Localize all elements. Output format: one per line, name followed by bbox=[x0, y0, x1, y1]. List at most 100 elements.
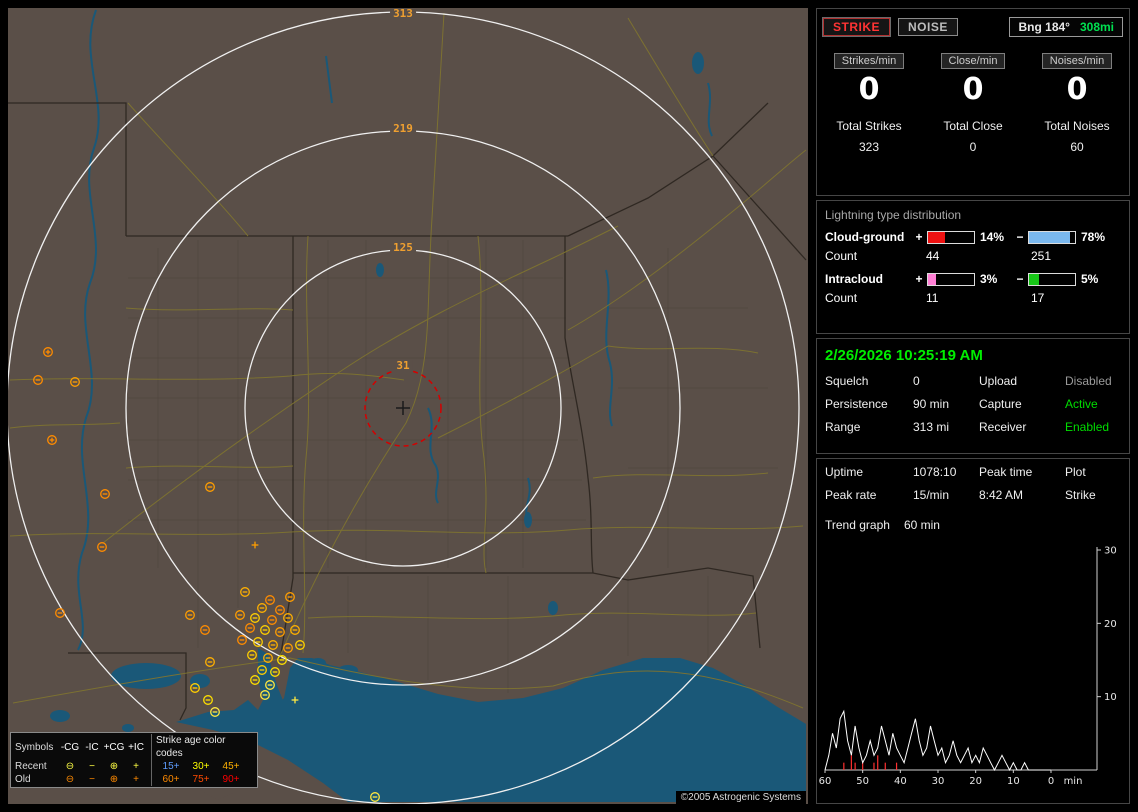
cloud-ground-row: Cloud-ground + 14% − 78% bbox=[817, 227, 1129, 246]
legend-col-neg-cg: -CG bbox=[60, 741, 80, 753]
cg-count-label: Count bbox=[825, 249, 858, 263]
peak-rate-value: 15/min bbox=[913, 488, 950, 502]
legend-col-pos-ic: +IC bbox=[128, 741, 144, 753]
squelch-value: 0 bbox=[913, 374, 920, 388]
svg-text:0: 0 bbox=[1048, 776, 1054, 787]
legend-col-pos-cg: +CG bbox=[103, 741, 125, 753]
plus-sign: + bbox=[915, 272, 923, 286]
svg-text:30: 30 bbox=[932, 776, 945, 787]
noises-per-min-value: 0 bbox=[1066, 72, 1088, 107]
old-pos-ic-icon: + bbox=[133, 774, 139, 785]
legend-header-row: Symbols -CG -IC +CG +IC Strike age color… bbox=[11, 734, 257, 760]
peak-time-value: 8:42 AM bbox=[979, 488, 1024, 502]
bearing-readout: Bng 184° 308mi bbox=[1009, 17, 1123, 37]
cg-negative-count: 251 bbox=[1031, 249, 1052, 263]
persistence-value: 90 min bbox=[913, 397, 950, 411]
ic-positive-pct: 3% bbox=[980, 272, 998, 286]
strike-legend: Symbols -CG -IC +CG +IC Strike age color… bbox=[10, 732, 258, 788]
age-30: 30+ bbox=[192, 761, 210, 772]
legend-symbols-label: Symbols bbox=[15, 741, 54, 753]
legend-recent-row: Recent ⊖ − ⊕ + 15+ 30+ 45+ bbox=[11, 760, 257, 773]
bearing-distance: 308mi bbox=[1079, 20, 1114, 34]
legend-divider bbox=[151, 773, 152, 786]
cg-positive-bar bbox=[927, 230, 975, 244]
cg-positive-fill bbox=[928, 231, 946, 243]
legend-old-label: Old bbox=[15, 774, 31, 785]
ic-negative-fill bbox=[1029, 273, 1040, 285]
cg-count-row: Count 44 251 bbox=[817, 246, 1129, 269]
legend-old-row: Old ⊖ − ⊕ + 60+ 75+ 90+ bbox=[11, 773, 257, 786]
legend-divider bbox=[151, 734, 152, 760]
ic-count-label: Count bbox=[825, 291, 858, 305]
noise-mode-button[interactable]: NOISE bbox=[898, 18, 958, 36]
strike-mode-button[interactable]: STRIKE bbox=[823, 18, 891, 36]
noises-per-min-button[interactable]: Noises/min bbox=[1041, 53, 1113, 69]
age-90: 90+ bbox=[222, 774, 240, 785]
trend-graph-row: Trend graph 60 min bbox=[817, 508, 1129, 532]
recent-neg-ic-icon: − bbox=[89, 761, 95, 772]
sidebar: STRIKE NOISE Bng 184° 308mi Strikes/min … bbox=[816, 8, 1130, 804]
cg-positive-pct: 14% bbox=[980, 230, 1005, 244]
recent-pos-ic-icon: + bbox=[133, 761, 139, 772]
mode-row: STRIKE NOISE Bng 184° 308mi bbox=[817, 9, 1129, 39]
trend-line bbox=[824, 709, 1051, 772]
distribution-panel: Lightning type distribution Cloud-ground… bbox=[816, 200, 1130, 334]
cg-positive-count: 44 bbox=[926, 249, 940, 263]
legend-col-neg-ic: -IC bbox=[85, 741, 99, 753]
peak-time-label: Peak time bbox=[979, 465, 1033, 479]
total-close-label: Total Close bbox=[943, 119, 1003, 133]
trend-window-value: 60 min bbox=[903, 518, 940, 532]
legend-recent-label: Recent bbox=[15, 761, 47, 772]
svg-text:20: 20 bbox=[969, 776, 982, 787]
age-15: 15+ bbox=[162, 761, 180, 772]
legend-divider bbox=[151, 760, 152, 773]
upload-status: Disabled bbox=[1065, 374, 1112, 388]
old-neg-ic-icon: − bbox=[89, 774, 95, 785]
close-per-min-column: Close/min 0 Total Close 0 bbox=[921, 51, 1025, 154]
intracloud-row: Intracloud + 3% − 5% bbox=[817, 269, 1129, 288]
range-label: Range bbox=[825, 420, 861, 434]
trend-graph-label: Trend graph bbox=[825, 518, 890, 532]
bearing-value: Bng 184° bbox=[1018, 20, 1070, 34]
strikes-per-min-button[interactable]: Strikes/min bbox=[833, 53, 905, 69]
capture-label: Capture bbox=[979, 397, 1022, 411]
recent-neg-cg-icon: ⊖ bbox=[65, 761, 75, 772]
datetime-display: 2/26/2026 10:25:19 AM bbox=[825, 347, 983, 364]
ic-count-row: Count 11 17 bbox=[817, 288, 1129, 311]
svg-text:30: 30 bbox=[1104, 546, 1117, 557]
uptime-value: 1078:10 bbox=[913, 465, 957, 479]
peak-rate-label: Peak rate bbox=[825, 488, 877, 502]
ring-label-31: 31 bbox=[393, 360, 413, 372]
trend-panel: Uptime 1078:10 Peak time Plot Peak rate … bbox=[816, 458, 1130, 804]
capture-status: Active bbox=[1065, 397, 1098, 411]
age-60: 60+ bbox=[162, 774, 180, 785]
persistence-label: Persistence bbox=[825, 397, 888, 411]
svg-text:min: min bbox=[1064, 776, 1083, 787]
svg-text:10: 10 bbox=[1104, 692, 1117, 703]
total-noises-value: 60 bbox=[1070, 140, 1084, 154]
old-pos-cg-icon: ⊕ bbox=[109, 774, 119, 785]
status-grid: Squelch 0 Upload Disabled Persistence 90… bbox=[817, 368, 1129, 440]
ring-label-219: 219 bbox=[390, 123, 416, 135]
cg-negative-pct: 78% bbox=[1081, 230, 1106, 244]
counters-panel: STRIKE NOISE Bng 184° 308mi Strikes/min … bbox=[816, 8, 1130, 196]
total-strikes-value: 323 bbox=[858, 140, 880, 154]
close-per-min-button[interactable]: Close/min bbox=[940, 53, 1006, 69]
upload-label: Upload bbox=[979, 374, 1018, 388]
strikes-per-min-column: Strikes/min 0 Total Strikes 323 bbox=[817, 51, 921, 154]
stats-grid: Uptime 1078:10 Peak time Plot Peak rate … bbox=[817, 459, 1129, 508]
age-75: 75+ bbox=[192, 774, 210, 785]
recent-pos-cg-icon: ⊕ bbox=[109, 761, 119, 772]
copyright-text: ©2005 Astrogenic Systems bbox=[675, 791, 806, 804]
map-canvas[interactable]: 313 219 125 31 Symbols -CG -IC +CG +IC S… bbox=[8, 8, 808, 804]
legend-age-title: Strike age color codes bbox=[156, 735, 226, 759]
range-value: 313 mi bbox=[913, 420, 950, 434]
trend-graph: 10 20 30 60 50 40 30 20 10 0 min bbox=[819, 546, 1117, 788]
ic-negative-count: 17 bbox=[1031, 291, 1045, 305]
status-panel: 2/26/2026 10:25:19 AM Squelch 0 Upload D… bbox=[816, 338, 1130, 454]
ic-positive-bar bbox=[927, 272, 975, 286]
ic-positive-fill bbox=[928, 273, 936, 285]
plus-sign: + bbox=[915, 230, 923, 244]
ring-label-125: 125 bbox=[390, 242, 416, 254]
svg-text:10: 10 bbox=[1007, 776, 1020, 787]
